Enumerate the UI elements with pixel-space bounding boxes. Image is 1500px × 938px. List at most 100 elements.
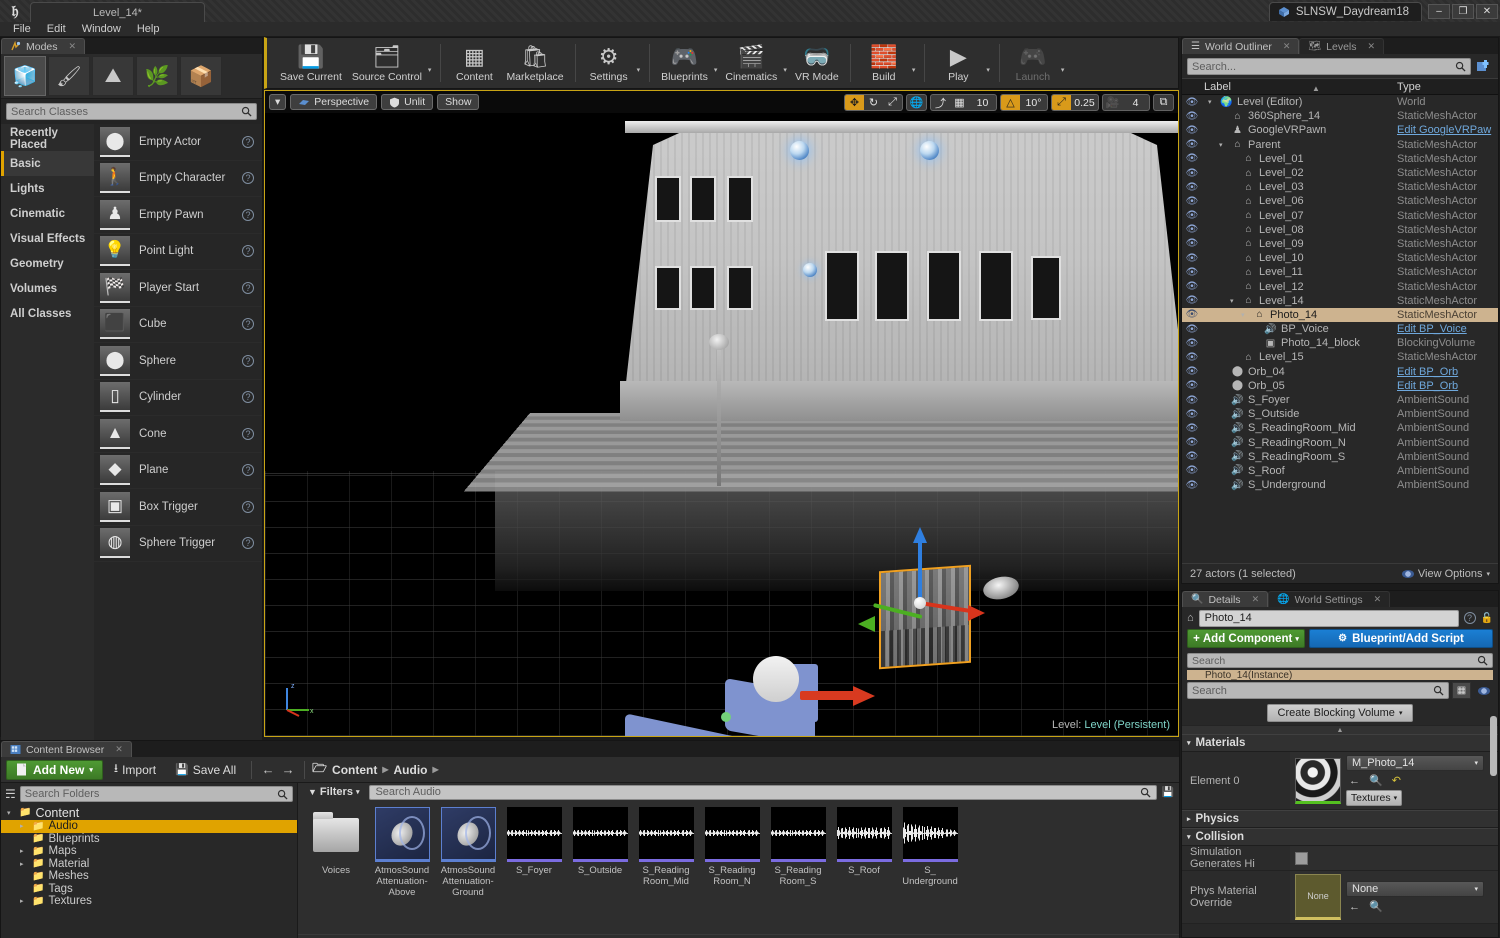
- visibility-eye-icon[interactable]: 👁: [1182, 97, 1202, 108]
- help-icon[interactable]: ?: [242, 354, 254, 367]
- browse-asset-icon[interactable]: 🔍: [1369, 900, 1383, 913]
- place-actor-row[interactable]: ⬤ Sphere?: [94, 343, 262, 380]
- asset-thumbnail[interactable]: [440, 807, 496, 862]
- phys-material-combo[interactable]: None ▾: [1346, 881, 1484, 897]
- expand-collapse-icon[interactable]: ▾: [1241, 311, 1249, 319]
- foliage-mode[interactable]: 🌿: [136, 56, 178, 96]
- outliner-row[interactable]: 👁 ⌂ Level_02 StaticMeshActor: [1182, 166, 1498, 180]
- outliner-row[interactable]: 👁 🔊 S_ReadingRoom_Mid AmbientSound: [1182, 421, 1498, 435]
- column-label[interactable]: Label ▲: [1182, 81, 1397, 93]
- materials-section-header[interactable]: ▾ Materials: [1182, 734, 1498, 752]
- outliner-row[interactable]: 👁 ⬤ Orb_05 Edit BP_Orb: [1182, 379, 1498, 393]
- outliner-search-input[interactable]: [1192, 60, 1455, 73]
- back-button[interactable]: ←: [259, 760, 277, 780]
- outliner-row[interactable]: 👁 ⌂ Level_10 StaticMeshActor: [1182, 251, 1498, 265]
- column-type[interactable]: Type: [1397, 81, 1498, 93]
- visibility-eye-icon[interactable]: 👁: [1182, 380, 1202, 391]
- visibility-eye-icon[interactable]: 👁: [1182, 465, 1202, 476]
- folder-tree-item-textures[interactable]: ▸ 📁 Textures: [1, 895, 297, 908]
- toolbar-content-button[interactable]: ▦ Content: [447, 39, 501, 87]
- select-translate-tool[interactable]: ✥: [845, 95, 864, 110]
- chevron-down-icon[interactable]: ▾: [1058, 66, 1068, 74]
- help-icon[interactable]: ?: [242, 391, 254, 404]
- maximize-button[interactable]: ❐: [1452, 3, 1474, 19]
- visibility-eye-icon[interactable]: 👁: [1182, 480, 1202, 491]
- visibility-eye-icon[interactable]: 👁: [1182, 309, 1202, 320]
- folder-tree-item-material[interactable]: ▸ 📁 Material: [1, 858, 297, 871]
- folder-tree-item-maps[interactable]: ▸ 📁 Maps: [1, 845, 297, 858]
- view-mode-button[interactable]: Unlit: [381, 94, 434, 110]
- add-new-button[interactable]: Add New ▾: [6, 759, 103, 780]
- outliner-edit-link[interactable]: Edit BP_Orb: [1397, 366, 1498, 378]
- component-search-box[interactable]: Search: [1187, 653, 1493, 668]
- outliner-row[interactable]: 👁 🔊 S_ReadingRoom_S AmbientSound: [1182, 450, 1498, 464]
- material-thumbnail[interactable]: [1295, 757, 1341, 804]
- gizmo-y-arrow[interactable]: [858, 616, 875, 632]
- gizmo-z-axis[interactable]: [918, 541, 922, 603]
- level-viewport[interactable]: z x Level: Level (Persistent) ▾ Perspect…: [264, 90, 1179, 737]
- toolbar-play-button[interactable]: ▶ Play: [931, 39, 985, 87]
- breadcrumb-separator-icon[interactable]: ▶: [433, 765, 439, 774]
- place-actor-row[interactable]: ▯ Cylinder?: [94, 380, 262, 416]
- outliner-row[interactable]: 👁 🔊 BP_Voice Edit BP_Voice: [1182, 322, 1498, 336]
- blueprint-add-script-button[interactable]: ⚙ Blueprint/Add Script: [1309, 629, 1493, 648]
- chevron-down-icon[interactable]: ▾: [909, 66, 919, 74]
- component-list-row[interactable]: Photo_14(Instance): [1187, 670, 1493, 680]
- level-tab[interactable]: Level_14*: [30, 2, 205, 22]
- place-actor-row[interactable]: ◆ Plane?: [94, 453, 262, 489]
- camera-perspective-button[interactable]: Perspective: [290, 94, 378, 110]
- create-blocking-volume-button[interactable]: Create Blocking Volume ▾: [1266, 704, 1414, 722]
- expand-collapse-icon[interactable]: ▸: [20, 822, 28, 830]
- help-icon[interactable]: ?: [242, 172, 254, 185]
- coordinate-space-toggle[interactable]: 🌐: [907, 95, 926, 110]
- asset-thumbnail[interactable]: [836, 807, 892, 862]
- visibility-eye-icon[interactable]: 👁: [1182, 281, 1202, 292]
- breadcrumb-content[interactable]: Content: [332, 763, 377, 777]
- visibility-eye-icon[interactable]: 👁: [1182, 409, 1202, 420]
- actor-name-input[interactable]: Photo_14: [1198, 609, 1459, 627]
- visibility-eye-icon[interactable]: 👁: [1182, 395, 1202, 406]
- selected-photo-actor[interactable]: [879, 564, 971, 670]
- tab-content-browser[interactable]: Content Browser ✕: [1, 741, 132, 757]
- asset-item[interactable]: S_Outside: [570, 807, 630, 898]
- scale-snap-value[interactable]: 0.25: [1071, 95, 1098, 110]
- visibility-eye-icon[interactable]: 👁: [1182, 352, 1202, 363]
- close-icon[interactable]: ✕: [1252, 594, 1260, 605]
- material-combo[interactable]: M_Photo_14 ▾: [1346, 755, 1484, 771]
- asset-item[interactable]: S_Reading Room_Mid: [636, 807, 696, 898]
- visibility-eye-icon[interactable]: 👁: [1182, 451, 1202, 462]
- help-icon[interactable]: ?: [242, 281, 254, 294]
- angle-snap-toggle[interactable]: △: [1001, 95, 1020, 110]
- expand-collapse-icon[interactable]: ▾: [7, 809, 15, 817]
- rotate-tool[interactable]: ↻: [864, 95, 883, 110]
- help-icon[interactable]: ?: [242, 500, 254, 513]
- property-search-box[interactable]: Search: [1187, 682, 1449, 699]
- physics-section-header[interactable]: ▸ Physics: [1182, 810, 1498, 828]
- use-selected-asset-icon[interactable]: ←: [1349, 775, 1360, 787]
- camera-speed-value[interactable]: 4: [1122, 95, 1149, 110]
- tab-details[interactable]: 🔍 Details ✕: [1182, 591, 1269, 607]
- asset-item[interactable]: Voices: [306, 807, 366, 898]
- section-collapse-handle[interactable]: ▲: [1182, 725, 1498, 734]
- search-classes-input[interactable]: [11, 105, 241, 118]
- visibility-eye-icon[interactable]: 👁: [1182, 366, 1202, 377]
- place-actor-row[interactable]: 💡 Point Light?: [94, 234, 262, 270]
- grid-snap-value[interactable]: 10: [969, 95, 996, 110]
- maximize-viewport-button[interactable]: ⧉: [1154, 95, 1173, 110]
- tab-levels[interactable]: 🗺 Levels ✕: [1299, 38, 1385, 54]
- blue-machine-mesh[interactable]: [625, 656, 885, 736]
- expand-collapse-icon[interactable]: ▾: [1208, 98, 1216, 106]
- tab-world-settings[interactable]: 🌐 World Settings ✕: [1268, 591, 1391, 607]
- save-all-button[interactable]: 💾 Save All: [167, 760, 244, 780]
- visibility-eye-icon[interactable]: 👁: [1182, 182, 1202, 193]
- visibility-eye-icon[interactable]: 👁: [1182, 267, 1202, 278]
- close-icon[interactable]: ✕: [1368, 41, 1376, 52]
- forward-button[interactable]: →: [279, 760, 297, 780]
- folder-tree-item-tags[interactable]: 📁 Tags: [1, 883, 297, 896]
- add-actor-button[interactable]: [1475, 58, 1493, 75]
- lock-icon[interactable]: 🔓: [1481, 613, 1493, 624]
- category-volumes[interactable]: Volumes: [1, 276, 94, 301]
- scale-snap-toggle[interactable]: ⤢: [1052, 95, 1071, 110]
- outliner-row[interactable]: 👁 ⌂ Level_09 StaticMeshActor: [1182, 237, 1498, 251]
- outliner-edit-link[interactable]: Edit BP_Voice: [1397, 323, 1498, 335]
